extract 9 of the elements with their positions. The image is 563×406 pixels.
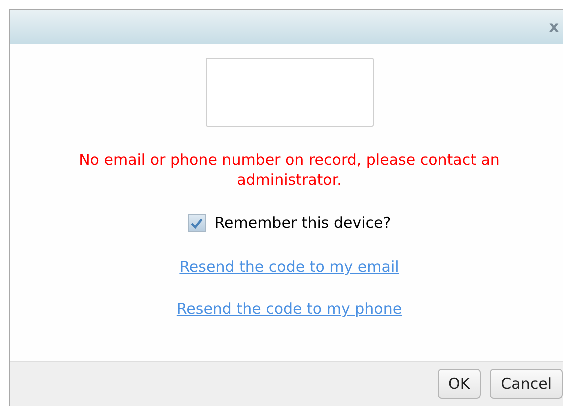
cancel-button[interactable]: Cancel [490,369,563,399]
remember-checkbox[interactable] [188,214,206,232]
checkbox-label: Remember this device? [214,214,392,232]
close-button[interactable]: x [545,18,563,36]
resend-link[interactable]: Resend the code to my phone [176,300,402,318]
resend-link[interactable]: Resend the code to my email [180,258,400,276]
error-message: No email or phone number on record, please contact an administrator. [78,150,501,190]
code-input-field[interactable] [206,58,374,127]
ok-button[interactable]: OK [438,369,482,399]
